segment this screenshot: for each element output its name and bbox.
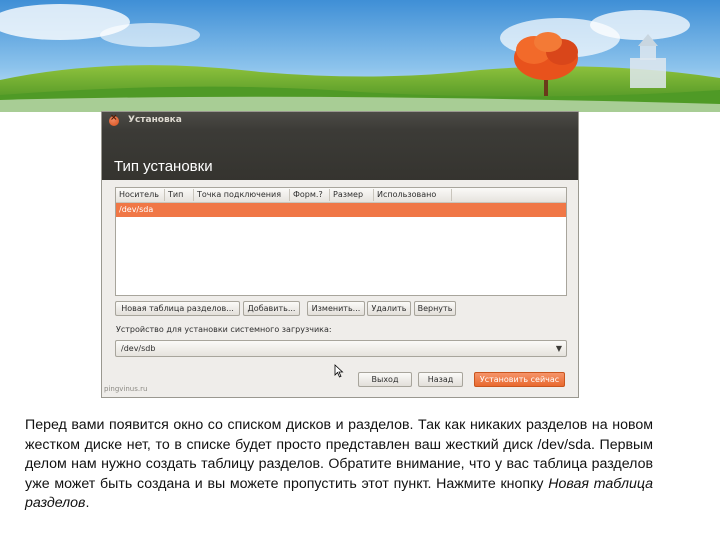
column-size[interactable]: Размер: [333, 190, 363, 199]
partition-table[interactable]: Носитель Тип Точка подключения Форм.? Ра…: [115, 187, 567, 296]
column-type[interactable]: Тип: [168, 190, 183, 199]
window-titlebar: Установка: [102, 112, 578, 130]
quit-button[interactable]: Выход: [358, 372, 412, 387]
table-header: Носитель Тип Точка подключения Форм.? Ра…: [116, 188, 566, 203]
column-device[interactable]: Носитель: [119, 190, 159, 199]
bootloader-label: Устройство для установки системного загр…: [116, 325, 332, 334]
delete-button[interactable]: Удалить: [367, 301, 411, 316]
row-device: /dev/sda: [119, 205, 154, 214]
install-now-button[interactable]: Установить сейчас: [474, 372, 565, 387]
landscape-image: [0, 0, 720, 112]
caption-paragraph: Перед вами появится окно со списком диск…: [25, 416, 653, 514]
column-used[interactable]: Использовано: [377, 190, 436, 199]
step-header: Тип установки: [102, 130, 578, 180]
revert-button[interactable]: Вернуть: [414, 301, 456, 316]
back-button[interactable]: Назад: [418, 372, 463, 387]
dropdown-arrow-icon: ▼: [555, 344, 562, 353]
column-mount-point[interactable]: Точка подключения: [197, 190, 281, 199]
installer-window: Установка Тип установки Носитель Тип Точ…: [101, 111, 579, 398]
table-row[interactable]: /dev/sda: [116, 203, 566, 217]
change-button[interactable]: Изменить...: [307, 301, 365, 316]
caption-end: .: [85, 495, 90, 511]
new-partition-table-button[interactable]: Новая таблица разделов...: [115, 301, 240, 316]
column-format[interactable]: Форм.?: [293, 190, 323, 199]
step-title: Тип установки: [114, 158, 213, 175]
bootloader-device-value: /dev/sdb: [121, 344, 156, 353]
watermark: pingvinus.ru: [104, 385, 148, 393]
mouse-pointer-icon: [334, 364, 344, 378]
bootloader-device-select[interactable]: /dev/sdb ▼: [115, 340, 567, 357]
add-button[interactable]: Добавить...: [243, 301, 300, 316]
close-icon[interactable]: [109, 113, 119, 126]
window-title: Установка: [128, 115, 182, 125]
landscape-banner: [0, 0, 720, 112]
